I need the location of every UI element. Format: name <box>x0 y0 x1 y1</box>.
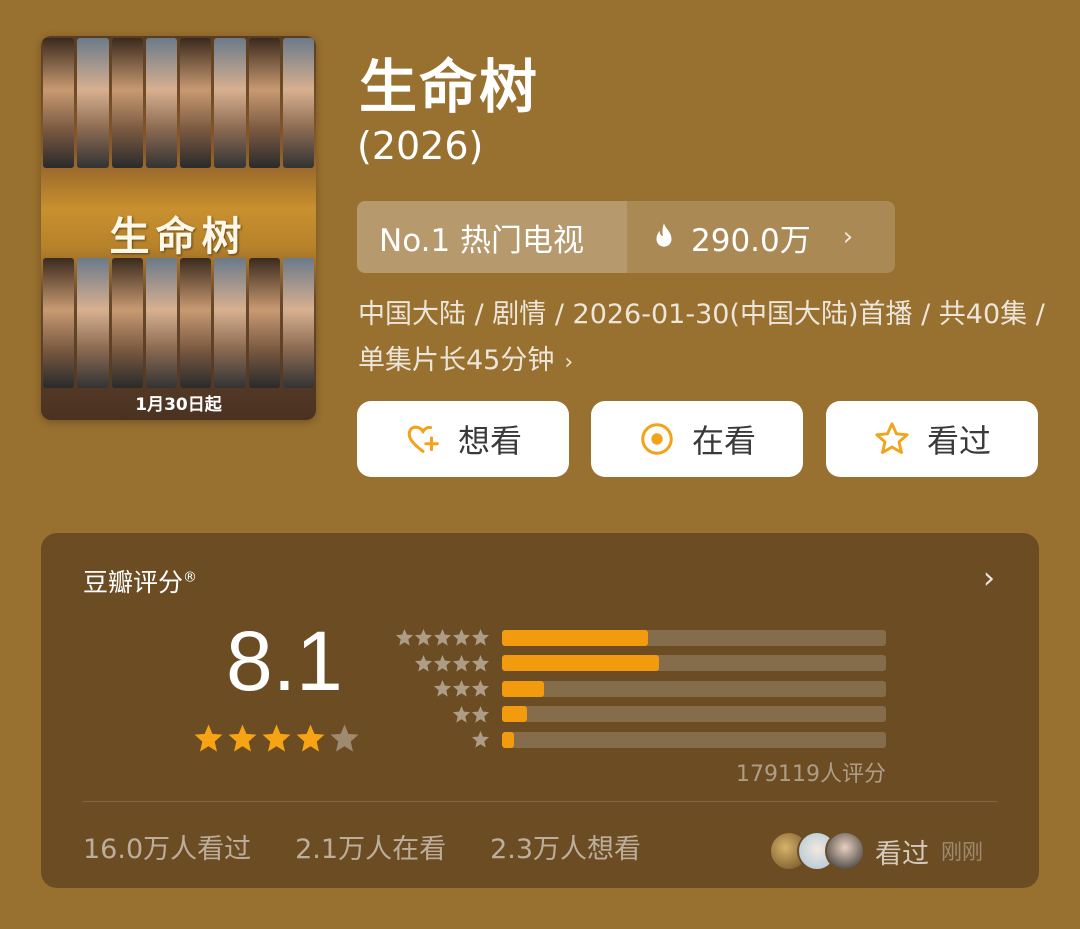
star-small-icon <box>452 654 471 672</box>
rating-distribution <box>390 625 886 753</box>
friends-time: 刚刚 <box>941 840 983 864</box>
star-small-icon <box>433 629 452 646</box>
watching-button[interactable]: 在看 <box>591 401 803 477</box>
rating-stars <box>193 723 360 754</box>
watching-label: 在看 <box>691 422 756 460</box>
star-small-icon <box>471 705 490 723</box>
star-filled-icon <box>262 724 291 752</box>
rank-label: No.1 热门电视 <box>357 201 627 273</box>
star-small-icon <box>433 680 452 697</box>
star-small-icon <box>471 629 490 646</box>
poster-cast-top <box>41 38 316 168</box>
distribution-stars <box>390 730 490 749</box>
rating-score: 8.1 <box>226 614 343 708</box>
meta-text: 中国大陆 / 剧情 / 2026-01-30(中国大陆)首播 / 共40集 / … <box>358 299 1045 376</box>
rating-title: 豆瓣评分® <box>83 563 197 599</box>
rating-card[interactable]: 豆瓣评分® › 8.1 179119人评分 16.0万人看过 2.1万人在看 2… <box>41 533 1039 888</box>
rank-banner[interactable]: No.1 热门电视 290.0万 › <box>357 201 895 273</box>
heat-section: 290.0万 › <box>627 201 895 273</box>
star-small-icon <box>414 629 433 646</box>
rating-title-text: 豆瓣评分 <box>83 568 184 597</box>
poster-date: 1月30日起 <box>135 395 222 415</box>
show-title: 生命树 <box>359 53 540 121</box>
distribution-track <box>502 629 886 646</box>
distribution-stars <box>390 654 490 673</box>
distribution-bar <box>502 655 660 672</box>
show-year: (2026) <box>357 124 484 168</box>
rating-count: 179119人评分 <box>736 762 886 787</box>
friends-activity[interactable]: 看过 刚刚 <box>769 831 983 871</box>
friends-action: 看过 <box>875 838 929 870</box>
chevron-right-icon: › <box>842 222 854 252</box>
watching-count[interactable]: 2.1万人在看 <box>295 827 446 866</box>
avatar <box>825 831 865 871</box>
star-outline-icon <box>875 422 909 455</box>
distribution-bar <box>502 629 648 646</box>
chevron-right-icon: › <box>564 350 574 375</box>
distribution-row <box>390 676 886 702</box>
watched-label: 看过 <box>926 422 991 460</box>
heat-value: 290.0万 <box>691 222 811 259</box>
distribution-track <box>502 731 886 748</box>
distribution-row <box>390 727 886 753</box>
distribution-row <box>390 625 886 651</box>
star-filled-icon <box>228 724 257 752</box>
star-small-icon <box>452 705 471 723</box>
star-small-icon <box>433 654 452 672</box>
distribution-bar <box>502 680 545 697</box>
distribution-bar <box>502 706 527 723</box>
distribution-track <box>502 706 886 723</box>
distribution-stars <box>390 679 490 698</box>
poster-image[interactable]: 生命树 1月30日起 <box>41 36 316 420</box>
distribution-track <box>502 655 886 672</box>
poster-cast-bottom <box>41 258 316 388</box>
star-small-icon <box>414 654 433 672</box>
registered-mark: ® <box>183 569 198 586</box>
stats-row: 16.0万人看过 2.1万人在看 2.3万人想看 <box>83 827 641 866</box>
distribution-stars <box>390 628 490 647</box>
want-count[interactable]: 2.3万人想看 <box>490 827 641 866</box>
star-filled-icon <box>296 724 325 752</box>
star-small-icon <box>452 680 471 697</box>
star-small-icon <box>471 731 490 748</box>
distribution-bar <box>502 731 514 748</box>
watched-count[interactable]: 16.0万人看过 <box>83 827 251 866</box>
show-meta[interactable]: 中国大陆 / 剧情 / 2026-01-30(中国大陆)首播 / 共40集 / … <box>358 292 1048 386</box>
fire-icon <box>656 223 672 247</box>
poster-title-art: 生命树 <box>109 213 248 260</box>
distribution-stars <box>390 705 490 724</box>
distribution-track <box>502 680 886 697</box>
star-small-icon <box>452 629 471 646</box>
target-icon <box>641 423 673 455</box>
star-small-icon <box>395 629 414 646</box>
star-filled-icon <box>194 724 223 752</box>
star-small-icon <box>471 654 490 672</box>
chevron-right-icon[interactable]: › <box>983 561 995 596</box>
want-label: 想看 <box>457 422 522 460</box>
star-small-icon <box>471 680 490 697</box>
distribution-row <box>390 651 886 677</box>
watched-button[interactable]: 看过 <box>826 401 1038 477</box>
star-empty-icon <box>330 724 359 752</box>
divider <box>83 801 997 802</box>
distribution-row <box>390 702 886 728</box>
heart-plus-icon <box>407 425 439 453</box>
want-to-watch-button[interactable]: 想看 <box>357 401 569 477</box>
